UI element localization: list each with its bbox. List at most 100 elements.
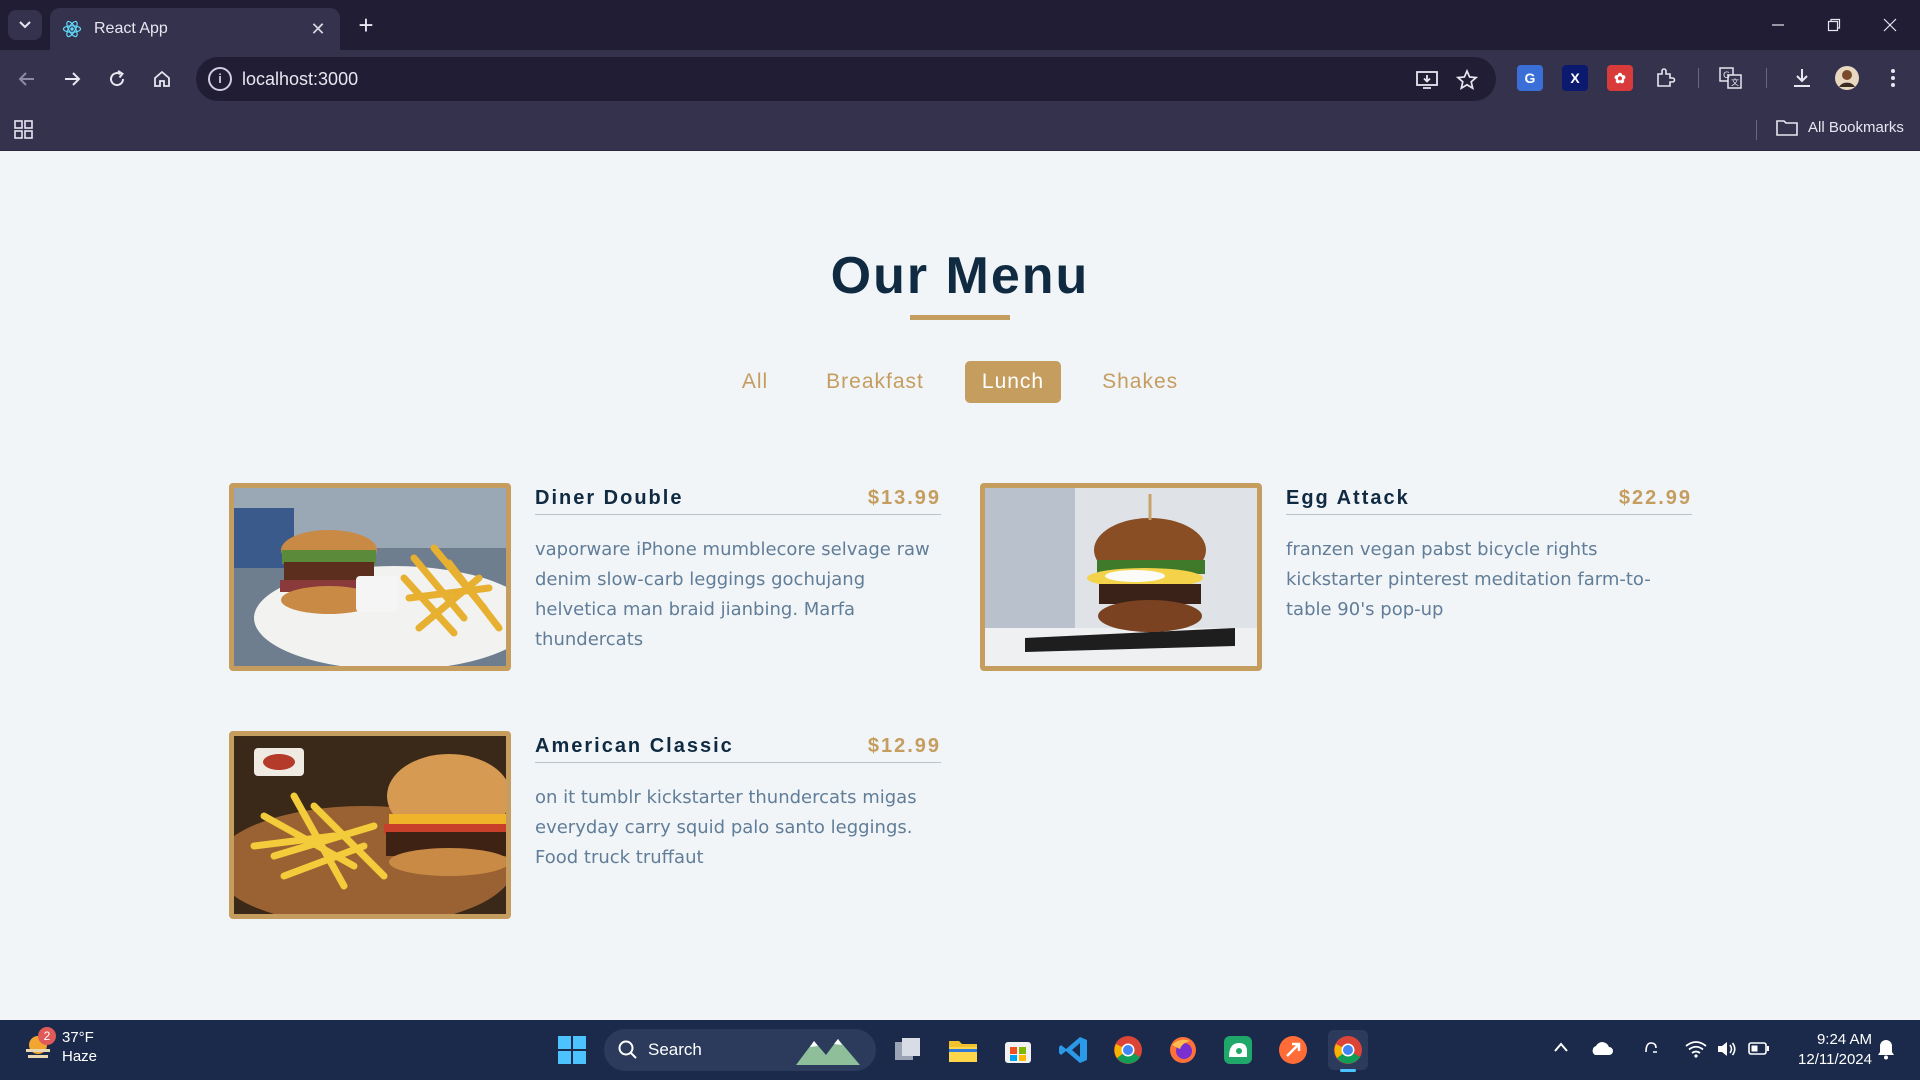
menu-item: Diner Double $13.99 vaporware iPhone mum… [229,483,941,673]
download-icon[interactable] [1788,64,1816,92]
apps-grid-icon[interactable] [14,120,34,145]
burger-with-egg-image [980,483,1262,671]
weather-haze-icon: 2 [22,1027,56,1063]
reload-icon [110,70,125,87]
arrow-right-icon [65,72,81,86]
browser-tab[interactable]: React App ✕ [50,8,340,50]
chrome-active-icon[interactable] [1328,1030,1368,1072]
item-name: Diner Double [535,487,684,509]
site-info-icon[interactable]: i [208,67,232,91]
menu-item: American Classic $12.99 on it tumblr kic… [229,731,941,921]
new-tab-button[interactable]: + [352,12,380,40]
firefox-icon[interactable] [1163,1030,1203,1070]
weather-condition: Haze [62,1048,98,1065]
chevron-down-icon [19,21,31,29]
vscode-icon[interactable] [1053,1030,1093,1070]
weather-temp: 37°F [62,1029,94,1046]
translate-page-icon[interactable]: G文 [1717,64,1745,92]
task-view-icon[interactable] [888,1030,928,1070]
minimize-icon [1772,24,1784,26]
more-menu-icon[interactable] [1879,64,1907,92]
keyboard-language-icon [1645,1042,1657,1053]
tab-close-icon[interactable]: ✕ [308,19,328,40]
home-button[interactable] [147,64,177,94]
item-price: $13.99 [867,487,941,509]
windows-taskbar: 2 37°F Haze Search 9:24 AM 12/11/2024 [0,1020,1920,1080]
filter-all-button[interactable]: All [725,361,785,403]
svg-text:文: 文 [1731,77,1739,87]
url-text: localhost:3000 [242,69,359,89]
active-indicator [1340,1069,1356,1072]
windows-logo-icon [558,1036,586,1064]
notification-bell-icon[interactable] [1876,1038,1896,1063]
home-icon [154,70,170,87]
filter-breakfast-button[interactable]: Breakfast [809,361,941,403]
search-icon [618,1040,637,1059]
filter-lunch-button[interactable]: Lunch [964,361,1062,403]
microsoft-store-icon[interactable] [998,1030,1038,1070]
bookmarks-separator [1756,120,1757,140]
item-description: franzen vegan pabst bicycle rights kicks… [1286,539,1651,620]
start-button[interactable] [552,1030,592,1070]
item-header: Diner Double $13.99 [535,483,941,515]
clock-time: 9:24 AM [1816,1031,1872,1048]
battery-icon[interactable] [1748,1040,1770,1059]
all-bookmarks-button[interactable]: All Bookmarks [1776,118,1904,136]
toolbar-separator [1766,68,1767,88]
page-title: Our Menu [830,247,1090,305]
burger-with-fries-plate-image [229,483,511,671]
green-app-icon[interactable] [1218,1030,1258,1070]
menu-page: Our Menu All Breakfast Lunch Shakes Dine… [0,151,1920,1020]
bookmark-star-icon[interactable] [1454,67,1480,93]
toolbar-separator [1698,68,1699,88]
address-bar[interactable]: i localhost:3000 [196,57,1496,101]
weather-badge: 2 [38,1027,56,1045]
x-extension-icon[interactable]: X [1562,65,1588,91]
clock-date: 12/11/2024 [1798,1051,1872,1068]
volume-icon[interactable] [1716,1040,1738,1061]
tray-chevron-up-icon[interactable] [1553,1040,1569,1056]
red-extension-icon[interactable]: ✿ [1607,65,1633,91]
input-language-indicator[interactable] [1643,1040,1659,1057]
tab-title: React App [94,20,168,37]
svg-text:G: G [1723,71,1730,81]
folder-icon [1776,120,1798,136]
filter-shakes-button[interactable]: Shakes [1085,361,1195,403]
wifi-icon[interactable] [1685,1040,1707,1061]
item-description: vaporware iPhone mumblecore selvage raw … [535,539,930,650]
search-label: Search [648,1040,702,1059]
minimize-button[interactable] [1750,0,1806,50]
extensions-puzzle-icon[interactable] [1651,64,1679,92]
item-header: American Classic $12.99 [535,731,941,763]
google-translate-icon[interactable]: G [1517,65,1543,91]
burger-with-fries-board-image [229,731,511,919]
item-header: Egg Attack $22.99 [1286,483,1692,515]
category-filters: All Breakfast Lunch Shakes [0,361,1920,403]
browser-toolbar: i localhost:3000 G X ✿ G文 [0,50,1920,108]
taskbar-search[interactable]: Search [604,1029,876,1071]
weather-widget[interactable]: 2 37°F Haze [22,1027,98,1066]
all-bookmarks-label: All Bookmarks [1808,118,1904,136]
back-button[interactable] [12,64,42,94]
reload-button[interactable] [102,64,132,94]
mountain-highlight-icon [796,1039,860,1065]
onedrive-cloud-icon[interactable] [1590,1040,1614,1059]
tab-search-button[interactable] [8,10,42,40]
system-clock[interactable]: 9:24 AM 12/11/2024 [1784,1030,1872,1070]
item-description: on it tumblr kickstarter thundercats mig… [535,787,917,868]
close-icon [1883,18,1897,32]
postman-icon[interactable] [1273,1030,1313,1070]
install-app-icon[interactable] [1414,67,1440,93]
menu-item: Egg Attack $22.99 franzen vegan pabst bi… [980,483,1692,673]
chrome-icon[interactable] [1108,1030,1148,1070]
forward-button[interactable] [57,64,87,94]
bookmarks-bar: All Bookmarks [0,108,1920,151]
item-price: $12.99 [867,735,941,757]
item-name: Egg Attack [1286,487,1410,509]
profile-avatar[interactable] [1833,64,1861,92]
close-window-button[interactable] [1862,0,1918,50]
restore-icon [1827,18,1841,32]
react-logo-icon [62,20,82,38]
file-explorer-icon[interactable] [943,1030,983,1070]
restore-button[interactable] [1806,0,1862,50]
